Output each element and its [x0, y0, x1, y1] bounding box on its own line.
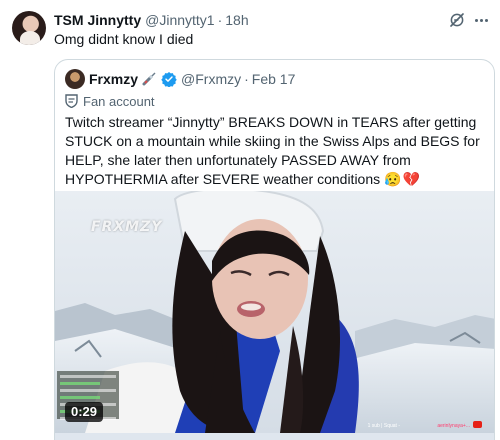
tweet-header: TSM Jinnytty @Jinnytty1 · 18h: [54, 11, 249, 29]
author-handle[interactable]: @Jinnytty1: [145, 12, 214, 28]
syringe-emoji-icon: [142, 72, 156, 86]
tweet[interactable]: TSM Jinnytty @Jinnytty1 · 18h Omg didnt …: [0, 0, 500, 440]
more-icon[interactable]: [472, 11, 490, 29]
video-watermark: FRXMZY: [91, 219, 163, 235]
grok-icon[interactable]: [448, 11, 466, 29]
video-duration-badge: 0:29: [65, 402, 104, 422]
quoted-tweet[interactable]: Frxmzy @Frxmzy · Feb 17 Fan account Twit…: [54, 59, 495, 440]
quoted-tweet-text: Twitch streamer “Jinnytty” BREAKS DOWN i…: [65, 113, 490, 189]
fan-account-text: Fan account: [83, 93, 155, 109]
fan-account-label: Fan account: [65, 92, 155, 110]
verified-icon: [161, 72, 177, 87]
author-avatar[interactable]: [12, 11, 46, 45]
quoted-tweet-header: Frxmzy @Frxmzy · Feb 17: [89, 69, 295, 89]
sad-heartbreak-emoji: 😥💔: [384, 171, 421, 187]
quoted-author-display-name[interactable]: Frxmzy: [89, 71, 138, 87]
video-player[interactable]: FRXMZY 0:29 1 sub | Squat - aerinlynaya+…: [55, 191, 494, 440]
stream-caption-text: 1 sub | Squat -: [367, 423, 400, 429]
tweet-text: Omg didnt know I died: [54, 31, 194, 47]
fan-account-icon: [65, 94, 78, 108]
quoted-author-avatar[interactable]: [65, 69, 85, 89]
stream-tag-text: aerinlynaya+...: [437, 423, 470, 429]
tweet-timestamp[interactable]: 18h: [225, 12, 248, 28]
separator-dot: ·: [244, 71, 249, 87]
stream-badge-icon: [473, 421, 482, 428]
separator-dot: ·: [217, 12, 223, 28]
quoted-author-handle[interactable]: @Frxmzy: [181, 71, 241, 87]
quoted-tweet-date[interactable]: Feb 17: [252, 71, 296, 87]
author-display-name[interactable]: TSM Jinnytty: [54, 12, 141, 28]
